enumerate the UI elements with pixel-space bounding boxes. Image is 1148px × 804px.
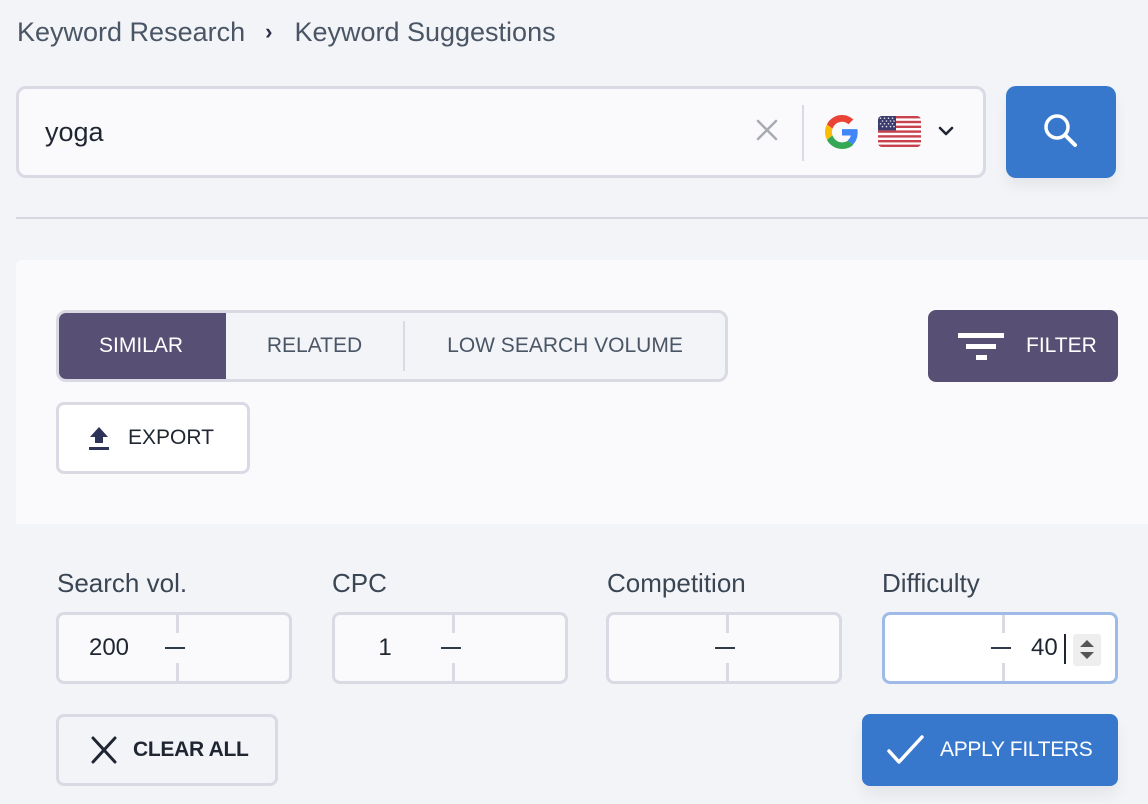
filter-button[interactable]: FILTER: [928, 310, 1118, 382]
competition-min-input[interactable]: [609, 615, 709, 681]
apply-filters-button[interactable]: APPLY FILTERS: [862, 714, 1118, 786]
close-icon: [89, 735, 119, 765]
chevron-down-icon[interactable]: [934, 119, 958, 143]
search-volume-max-input[interactable]: [179, 615, 289, 681]
tab-low-search-volume[interactable]: LOW SEARCH VOLUME: [405, 313, 725, 379]
search-bar: [16, 86, 986, 178]
search-icon: [1041, 111, 1081, 154]
section-divider: [16, 217, 1148, 219]
close-icon[interactable]: [753, 116, 781, 144]
breadcrumb-keyword-research[interactable]: Keyword Research: [17, 17, 245, 48]
search-volume-label: Search vol.: [57, 568, 188, 598]
results-toolbar-panel: [16, 260, 1148, 524]
cpc-max-input[interactable]: [455, 615, 565, 681]
clear-all-label: CLEAR ALL: [133, 738, 249, 761]
us-flag-icon[interactable]: [878, 116, 921, 147]
tab-similar[interactable]: SIMILAR: [59, 313, 226, 379]
breadcrumb: Keyword Research › Keyword Suggestions: [17, 14, 556, 50]
filter-button-label: FILTER: [1026, 334, 1097, 357]
cpc-min-input[interactable]: [335, 615, 435, 681]
competition-label: Competition: [607, 568, 746, 598]
tab-related[interactable]: RELATED: [226, 313, 403, 379]
search-volume-min-input[interactable]: [59, 615, 159, 681]
export-button[interactable]: EXPORT: [56, 402, 250, 474]
cpc-label: CPC: [332, 568, 387, 598]
number-spinner[interactable]: [1073, 634, 1101, 666]
breadcrumb-keyword-suggestions: Keyword Suggestions: [294, 16, 556, 47]
competition-range: [606, 612, 842, 684]
upload-icon: [86, 424, 112, 452]
check-icon: [886, 734, 926, 766]
filter-icon: [958, 329, 1004, 363]
google-icon[interactable]: [825, 115, 859, 149]
difficulty-min-input[interactable]: [885, 615, 985, 681]
clear-all-button[interactable]: CLEAR ALL: [56, 714, 278, 786]
text-caret: [1064, 634, 1066, 664]
difficulty-range: [882, 612, 1118, 684]
keyword-search-input[interactable]: [45, 109, 735, 155]
search-button[interactable]: [1006, 86, 1116, 178]
export-button-label: EXPORT: [128, 426, 214, 449]
difficulty-label: Difficulty: [882, 568, 980, 598]
search-volume-range: [56, 612, 292, 684]
cpc-range: [332, 612, 568, 684]
competition-max-input[interactable]: [729, 615, 839, 681]
breadcrumb-separator-icon: ›: [265, 19, 273, 44]
apply-filters-label: APPLY FILTERS: [940, 738, 1093, 761]
search-divider: [802, 105, 804, 161]
keyword-type-tabs: SIMILAR RELATED LOW SEARCH VOLUME: [56, 310, 728, 382]
